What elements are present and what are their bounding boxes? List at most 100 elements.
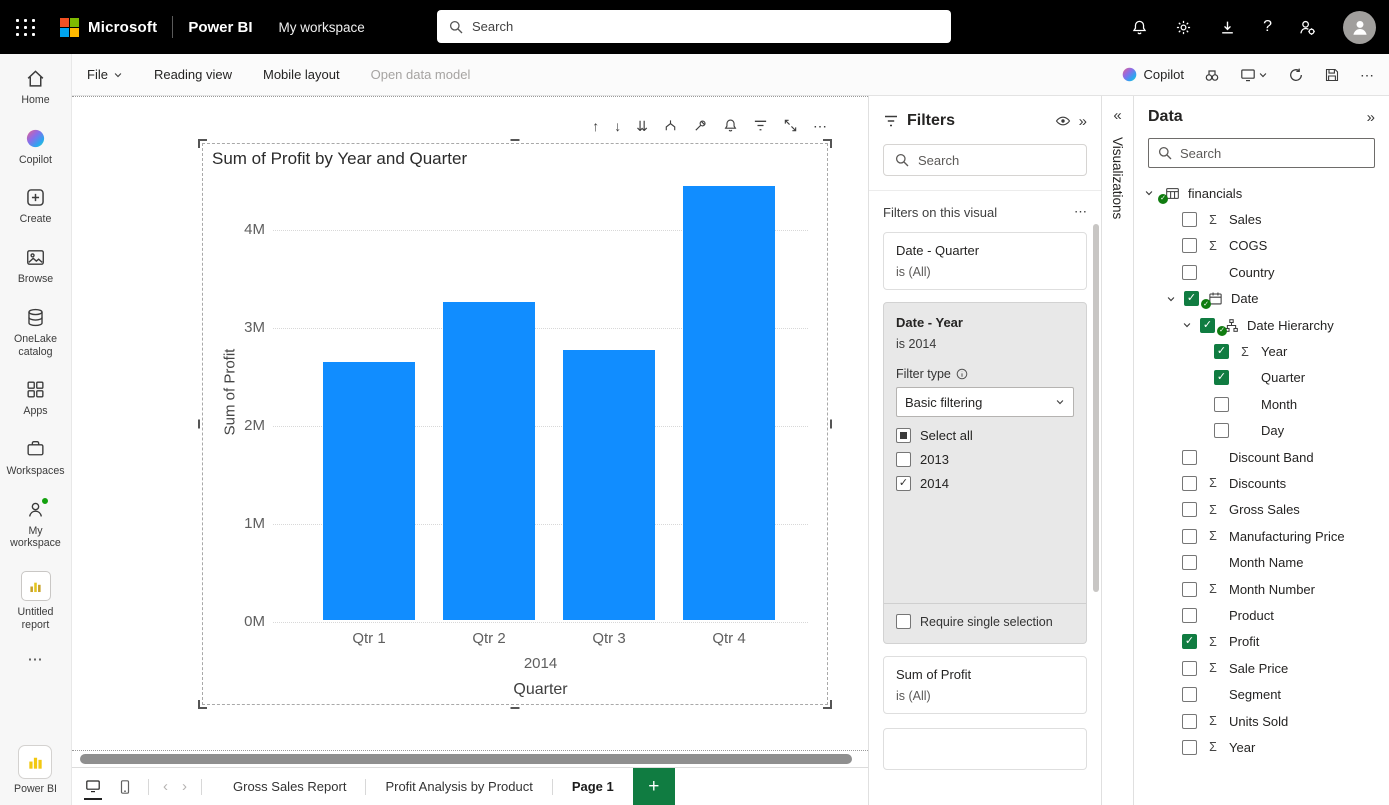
filters-scrollbar-thumb[interactable] [1093,224,1099,592]
filter-type-dropdown[interactable]: Basic filtering [896,387,1074,417]
field-checkbox[interactable] [1182,529,1197,544]
sidebar-item-workspaces[interactable]: Workspaces [3,429,69,489]
filters-search-input[interactable] [918,153,1094,168]
field-row-month[interactable]: Month [1134,391,1389,417]
avatar[interactable] [1343,11,1376,44]
field-row-profit[interactable]: ΣProfit [1134,629,1389,655]
more-options-icon[interactable]: ⋯ [813,119,827,133]
sidebar-item-my-workspace[interactable]: My workspace [3,489,69,561]
chart-bar[interactable] [563,350,655,620]
field-checkbox[interactable] [1182,687,1197,702]
resize-handle[interactable] [830,420,832,429]
field-row-date-hierarchy[interactable]: Date Hierarchy [1134,312,1389,338]
pin-icon[interactable] [693,118,708,133]
nav-more-button[interactable]: ⋯ [28,650,44,668]
field-checkbox[interactable] [1182,740,1197,755]
option-checkbox[interactable] [896,428,911,443]
visualizations-pane-title[interactable]: Visualizations [1110,137,1125,219]
field-checkbox[interactable] [1214,397,1229,412]
field-checkbox[interactable] [1182,714,1197,729]
sidebar-item-copilot[interactable]: Copilot [3,118,69,178]
resize-handle[interactable] [198,700,207,709]
page-tab-profit-analysis-by-product[interactable]: Profit Analysis by Product [366,768,551,805]
field-checkbox[interactable] [1182,476,1197,491]
field-row-discounts[interactable]: ΣDiscounts [1134,470,1389,496]
section-more-options-icon[interactable]: ⋯ [1074,204,1087,220]
field-row-product[interactable]: Product [1134,602,1389,628]
field-row-month-number[interactable]: ΣMonth Number [1134,576,1389,602]
field-checkbox[interactable] [1214,423,1229,438]
chart-bar[interactable] [683,186,775,620]
field-row-sales[interactable]: ΣSales [1134,206,1389,232]
resize-handle[interactable] [511,139,520,141]
powerbi-logo[interactable]: Power BI [14,745,57,796]
chart-bar[interactable] [323,362,415,620]
sidebar-item-create[interactable]: Create [3,177,69,237]
new-page-button[interactable]: + [633,768,675,805]
report-canvas[interactable]: ↑↓⇊⋯ Sum of Profit by Year and Quarter S… [72,96,868,751]
global-search[interactable] [437,10,951,43]
field-checkbox[interactable] [1182,634,1197,649]
view-monitor-dropdown[interactable] [1240,67,1268,83]
resize-handle[interactable] [511,707,520,709]
field-checkbox[interactable] [1214,344,1229,359]
alert-icon[interactable] [723,118,738,133]
filter-icon[interactable] [753,118,768,133]
field-row-day[interactable]: Day [1134,418,1389,444]
copilot-button[interactable]: Copilot [1121,66,1184,83]
file-menu[interactable]: File [87,67,123,82]
app-launcher-icon[interactable] [16,19,36,36]
filter-option-select-all[interactable]: Select all [896,428,1074,443]
require-single-selection[interactable]: Require single selection [884,603,1086,631]
field-row-cogs[interactable]: ΣCOGS [1134,233,1389,259]
field-checkbox[interactable] [1182,661,1197,676]
chart-visual[interactable]: ↑↓⇊⋯ Sum of Profit by Year and Quarter S… [202,143,828,705]
field-checkbox[interactable] [1214,370,1229,385]
collapse-pane-icon[interactable]: » [1079,114,1087,129]
mobile-layout-button[interactable]: Mobile layout [263,67,340,82]
field-checkbox[interactable] [1182,212,1197,227]
refresh-icon[interactable] [1288,67,1304,83]
data-search-input[interactable] [1180,146,1366,161]
field-row-financials[interactable]: financials [1134,180,1389,206]
sidebar-item-untitled-report[interactable]: Untitled report [3,561,69,642]
notifications-bell-icon[interactable] [1131,19,1148,36]
sidebar-item-apps[interactable]: Apps [3,369,69,429]
field-checkbox[interactable] [1182,582,1197,597]
field-row-year[interactable]: ΣYear [1134,734,1389,760]
resize-handle[interactable] [198,420,200,429]
sidebar-item-home[interactable]: Home [3,58,69,118]
data-search[interactable] [1148,138,1375,168]
field-checkbox[interactable] [1182,608,1197,623]
page-tab-page-1[interactable]: Page 1 [553,768,633,805]
field-row-year[interactable]: ΣYear [1134,338,1389,364]
previous-page-icon[interactable]: ‹ [163,778,168,795]
workspace-name[interactable]: My workspace [279,20,365,35]
eye-icon[interactable] [1055,113,1071,129]
filter-card-date-quarter[interactable]: Date - Quarter is (All) [883,232,1087,290]
open-data-model-button[interactable]: Open data model [371,67,471,82]
chevron-down-icon[interactable] [1182,320,1194,330]
resize-handle[interactable] [823,139,832,148]
sidebar-item-onelake[interactable]: OneLake catalog [3,297,69,369]
filter-option-2014[interactable]: 2014 [896,476,1074,491]
field-checkbox[interactable] [1182,555,1197,570]
require-single-selection-checkbox[interactable] [896,614,911,629]
download-icon[interactable] [1219,19,1236,36]
resize-handle[interactable] [823,700,832,709]
field-row-month-name[interactable]: Month Name [1134,549,1389,575]
field-row-quarter[interactable]: Quarter [1134,365,1389,391]
field-row-discount-band[interactable]: Discount Band [1134,444,1389,470]
global-search-input[interactable] [472,19,940,34]
horizontal-scrollbar-thumb[interactable] [80,754,852,764]
explore-icon[interactable] [1204,67,1220,83]
chevron-down-icon[interactable] [1144,188,1156,198]
page-tab-gross-sales-report[interactable]: Gross Sales Report [214,768,365,805]
expand-all-icon[interactable]: ⇊ [636,119,648,133]
field-checkbox[interactable] [1182,265,1197,280]
field-checkbox[interactable] [1182,502,1197,517]
sidebar-item-browse[interactable]: Browse [3,237,69,297]
help-icon[interactable]: ? [1263,18,1272,36]
filter-option-2013[interactable]: 2013 [896,452,1074,467]
field-checkbox[interactable] [1184,291,1199,306]
